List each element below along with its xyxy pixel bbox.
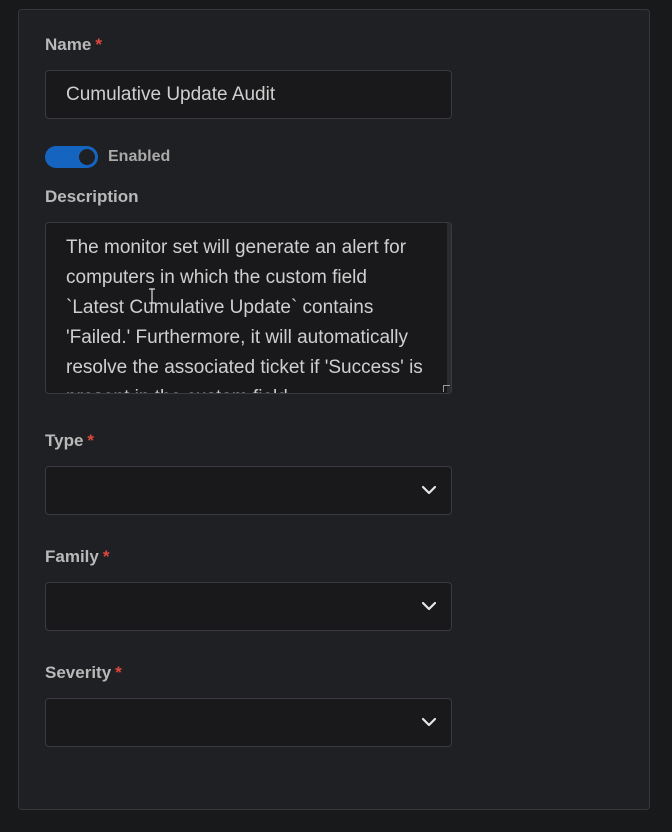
required-marker: * [102, 547, 110, 566]
description-textarea[interactable]: The monitor set will generate an alert f… [45, 222, 452, 394]
severity-selected-value [46, 712, 66, 733]
required-marker: * [95, 35, 102, 54]
description-text: The monitor set will generate an alert f… [66, 237, 423, 393]
family-selected-value [46, 596, 66, 617]
severity-select[interactable] [45, 698, 452, 747]
text-cursor-icon [149, 288, 155, 304]
chevron-down-icon [421, 717, 437, 727]
severity-label: Severity * [45, 663, 122, 682]
family-label: Family * [45, 547, 110, 566]
resize-handle-icon[interactable] [443, 385, 450, 392]
required-marker: * [87, 431, 95, 450]
chevron-down-icon [421, 601, 437, 611]
type-label: Type * [45, 431, 95, 450]
name-input[interactable]: Cumulative Update Audit [45, 70, 452, 119]
name-label: Name * [45, 35, 102, 54]
toggle-knob [79, 149, 95, 165]
family-select[interactable] [45, 582, 452, 631]
type-select[interactable] [45, 466, 452, 515]
monitor-form-panel: Name * Cumulative Update Audit Enabled De… [18, 9, 650, 810]
required-marker: * [115, 663, 122, 682]
type-selected-value [46, 480, 66, 501]
description-label: Description [45, 187, 139, 206]
enabled-toggle[interactable] [45, 146, 98, 168]
chevron-down-icon [421, 485, 437, 495]
enabled-toggle-label: Enabled [108, 148, 171, 165]
textarea-scrollbar[interactable] [447, 223, 451, 393]
